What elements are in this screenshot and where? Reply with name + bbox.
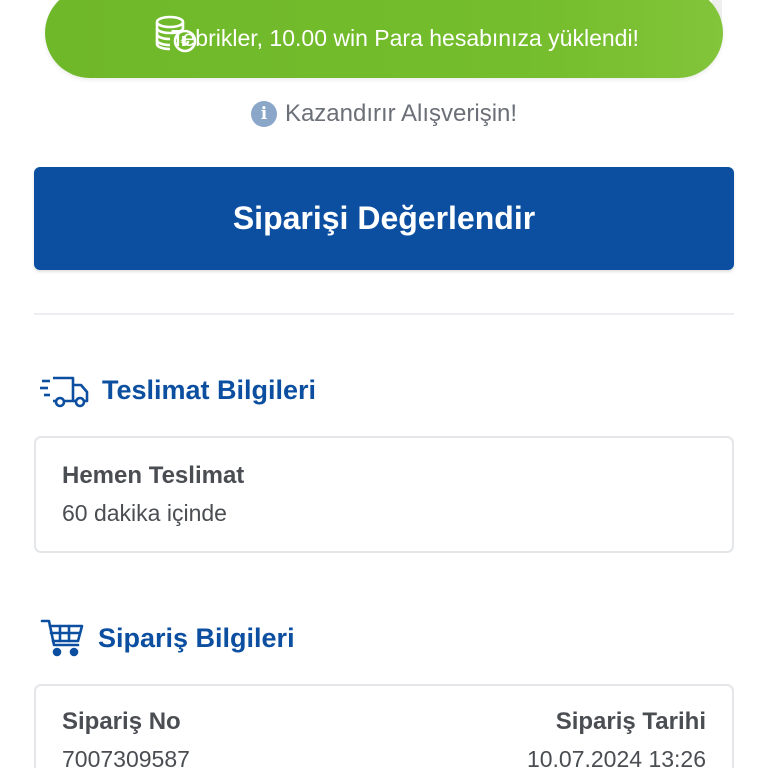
- success-toast: ₺ Tebrikler, 10.00 win Para hesabınıza y…: [45, 0, 723, 78]
- info-icon: i: [250, 101, 277, 127]
- delivery-method: Hemen Teslimat: [62, 462, 245, 489]
- order-confirmation-page: ₺ Tebrikler, 10.00 win Para hesabınıza y…: [0, 0, 768, 768]
- rate-order-button[interactable]: Siparişi Değerlendir: [34, 167, 734, 270]
- divider: [34, 313, 734, 315]
- delivery-eta: 60 dakika içinde: [62, 500, 227, 526]
- toast-message: Tebrikler, 10.00 win Para hesabınıza yük…: [171, 24, 639, 51]
- info-line: i Kazandırır Alışverişin!: [0, 100, 768, 128]
- order-number-label: Sipariş No: [62, 708, 181, 735]
- order-date-block: Sipariş Tarihi 10.07.2024 13:26: [527, 708, 706, 768]
- svg-text:₺: ₺: [180, 35, 189, 50]
- order-number-value: 7007309587: [62, 746, 190, 768]
- info-text: Kazandırır Alışverişin!: [284, 100, 518, 127]
- coins-icon: ₺: [155, 15, 197, 53]
- delivery-card: Hemen Teslimat 60 dakika içinde: [34, 436, 734, 553]
- order-date-value: 10.07.2024 13:26: [526, 746, 706, 768]
- order-section-header: Sipariş Bilgileri: [40, 618, 295, 658]
- order-section-title: Sipariş Bilgileri: [98, 622, 295, 653]
- order-number-block: Sipariş No 7007309587: [62, 708, 190, 768]
- shopping-cart-icon: [40, 619, 84, 657]
- delivery-section-title: Teslimat Bilgileri: [102, 374, 317, 405]
- delivery-section-header: Teslimat Bilgileri: [40, 372, 316, 408]
- order-date-label: Sipariş Tarihi: [555, 708, 706, 735]
- delivery-truck-icon: [40, 376, 89, 408]
- order-card: Sipariş No 7007309587 Sipariş Tarihi 10.…: [34, 684, 734, 768]
